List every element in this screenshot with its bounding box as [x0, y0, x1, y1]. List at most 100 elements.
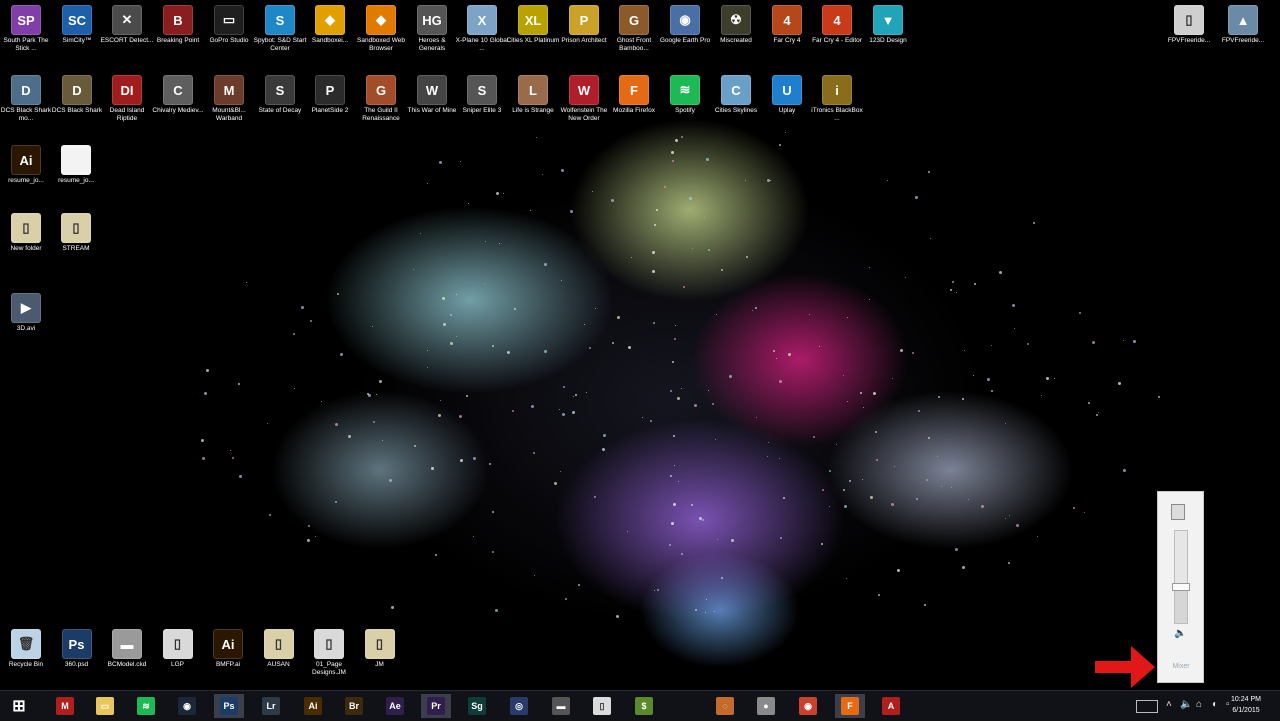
- desktop-icon-prison-architect[interactable]: P Prison Architect: [559, 2, 609, 66]
- volume-slider-thumb[interactable]: [1172, 583, 1190, 592]
- taskbar-app-circle[interactable]: ◎: [504, 694, 534, 718]
- speaker-device-icon[interactable]: [1171, 504, 1185, 520]
- desktop-icon-fpvfreeride[interactable]: ▲ FPVFreeride...: [1218, 2, 1268, 66]
- desktop-icon-spotify[interactable]: ≋ Spotify: [660, 72, 710, 136]
- desktop-icon-sandboxei[interactable]: ◆ Sandboxei...: [305, 2, 355, 66]
- desktop-icon-3d-avi[interactable]: ▶ 3D.avi: [1, 290, 51, 354]
- desktop-icon-dcs-black-shark[interactable]: D DCS Black Shark: [52, 72, 102, 136]
- taskbar-spotify[interactable]: ≋: [131, 694, 161, 718]
- desktop-icon-miscreated[interactable]: ☢ Miscreated: [711, 2, 761, 66]
- desktop-icon-label: Sandboxei...: [311, 37, 349, 44]
- start-button[interactable]: ⊞: [4, 694, 34, 718]
- taskbar-after-effects[interactable]: Ae: [380, 694, 410, 718]
- taskbar-photoshop[interactable]: Ps: [214, 694, 244, 718]
- desktop-icon-jm[interactable]: ▯ JM: [355, 626, 405, 690]
- desktop-icon-01-page-designs-jm[interactable]: ▯ 01_Page Designs.JM: [304, 626, 354, 690]
- taskbar-steam[interactable]: ◉: [172, 694, 202, 718]
- desktop-icon-bmfp-ai[interactable]: Ai BMFP.ai: [203, 626, 253, 690]
- wallpaper-particle: [512, 410, 514, 412]
- taskbar-mcafee[interactable]: M: [50, 694, 80, 718]
- taskbar-chat-app[interactable]: ●: [751, 694, 781, 718]
- desktop-icon-this-war-of-mine[interactable]: W This War of Mine: [407, 72, 457, 136]
- taskbar-chrome[interactable]: ◉: [793, 694, 823, 718]
- network-tray-icon[interactable]: ⌂: [1196, 699, 1202, 710]
- desktop-icon-mozilla-firefox[interactable]: F Mozilla Firefox: [609, 72, 659, 136]
- desktop-icon-far-cry-4-editor[interactable]: 4 Far Cry 4 - Editor: [812, 2, 862, 66]
- taskbar-file-explorer[interactable]: ▭: [90, 694, 120, 718]
- taskbar-speedgrade[interactable]: Sg: [462, 694, 492, 718]
- taskbar-illustrator[interactable]: Ai: [298, 694, 328, 718]
- desktop-icon-label: 360.psd: [64, 661, 89, 668]
- desktop-icon-lgp[interactable]: ▯ LGP: [153, 626, 203, 690]
- desktop-icon-south-park-the-stick[interactable]: SP South Park The Stick ...: [1, 2, 51, 66]
- desktop-icon-uplay[interactable]: U Uplay: [762, 72, 812, 136]
- desktop-icon-new-folder[interactable]: ▯ New folder: [1, 210, 51, 274]
- power-tray-icon[interactable]: ◐: [1212, 699, 1218, 710]
- desktop-icon-dcs-black-shark-mo[interactable]: D DCS Black Shark mo...: [1, 72, 51, 136]
- volume-tray-icon[interactable]: 🔈: [1180, 699, 1192, 710]
- prison-architect-icon: P: [569, 5, 599, 35]
- desktop-icon-google-earth-pro[interactable]: ◉ Google Earth Pro: [660, 2, 710, 66]
- taskbar-premiere[interactable]: Pr: [421, 694, 451, 718]
- desktop-icon-heroes-generals[interactable]: HG Heroes & Generals: [407, 2, 457, 66]
- miscreated-icon: ☢: [721, 5, 751, 35]
- desktop-icon-escort-detect[interactable]: ✕ ESCORT Detect...: [101, 2, 153, 66]
- desktop-icon-wolfenstein-the-new-order[interactable]: W Wolfenstein The New Order: [559, 72, 609, 136]
- wallpaper-particle: [674, 338, 676, 340]
- acrobat-icon: A: [882, 697, 900, 715]
- taskbar-bridge[interactable]: Br: [339, 694, 369, 718]
- desktop-icon-bcmodel-ckd[interactable]: ▬ BCModel.ckd: [102, 626, 152, 690]
- wallpaper-particle: [819, 346, 820, 347]
- chrome-icon: ◉: [799, 697, 817, 715]
- wallpaper-particle: [1054, 378, 1055, 379]
- volume-slider[interactable]: [1172, 530, 1190, 624]
- desktop-icon-resume-jo[interactable]: resume_jo...: [51, 142, 101, 206]
- taskbar-origin[interactable]: ◌: [710, 694, 740, 718]
- desktop-icon-the-guild-ii-renaissance[interactable]: G The Guild II Renaissance: [356, 72, 406, 136]
- desktop-icon-x-plane-10-global[interactable]: X X-Plane 10 Global ...: [456, 2, 508, 66]
- wallpaper-particle: [382, 440, 383, 441]
- show-hidden-icons-chevron-icon[interactable]: ˄: [1166, 699, 1172, 710]
- mute-speaker-icon[interactable]: 🔈: [1174, 628, 1186, 639]
- desktop-icon-itronics-blackbox[interactable]: i iTronics BlackBox ...: [811, 72, 863, 136]
- desktop-icon-gopro-studio[interactable]: ▭ GoPro Studio: [204, 2, 254, 66]
- desktop-icon-label: Miscreated: [720, 37, 752, 44]
- desktop-icon-dead-island-riptide[interactable]: DI Dead Island Riptide: [102, 72, 152, 136]
- mixer-link[interactable]: Mixer: [1164, 663, 1198, 670]
- desktop-icon-360-psd[interactable]: Ps 360.psd: [52, 626, 102, 690]
- desktop-icon-resume-jo[interactable]: Ai resume_jo...: [1, 142, 51, 206]
- touch-keyboard-icon[interactable]: [1136, 700, 1158, 713]
- desktop-icon-breaking-point[interactable]: B Breaking Point: [153, 2, 203, 66]
- taskbar-keyboard-app[interactable]: ▬: [546, 694, 576, 718]
- desktop-icon-123d-design[interactable]: ▼ 123D Design: [863, 2, 913, 66]
- desktop-icon-cities-skylines[interactable]: C Cities Skylines: [711, 72, 761, 136]
- taskbar-money-app[interactable]: $: [629, 694, 659, 718]
- desktop-icon-mount-bl-warband[interactable]: M Mount&Bl... Warband: [204, 72, 254, 136]
- desktop-icon-planetside-2[interactable]: P PlanetSide 2: [305, 72, 355, 136]
- taskbar-lightroom[interactable]: Lr: [256, 694, 286, 718]
- desktop-icon-ghost-front-bamboo[interactable]: G Ghost Front Bamboo...: [609, 2, 659, 66]
- taskbar-clock[interactable]: 10:24 PM 6/1/2015: [1226, 694, 1266, 716]
- desktop-icon-state-of-decay[interactable]: S State of Decay: [255, 72, 305, 136]
- wallpaper-particle: [670, 390, 672, 392]
- taskbar-acrobat[interactable]: A: [876, 694, 906, 718]
- wallpaper-particle: [1073, 507, 1075, 509]
- desktop-icon-chivalry-mediev[interactable]: C Chivalry Mediev...: [152, 72, 204, 136]
- desktop-icon-life-is-strange[interactable]: L Life is Strange: [508, 72, 558, 136]
- desktop-icon-fpvfreeride[interactable]: ▯ FPVFreeride...: [1164, 2, 1214, 66]
- desktop-icon-cities-xl-platinum[interactable]: XL Cities XL Platinum: [507, 2, 559, 66]
- cities-skylines-icon: C: [721, 75, 751, 105]
- desktop-icon-sniper-elite-3[interactable]: S Sniper Elite 3: [457, 72, 507, 136]
- desktop-icon-spybot-s-d-start-center[interactable]: S Spybot: S&D Start Center: [254, 2, 306, 66]
- wallpaper-particle: [755, 307, 757, 309]
- taskbar-firefox[interactable]: F: [835, 694, 865, 718]
- desktop-icon-simcity[interactable]: SC SimCity™: [52, 2, 102, 66]
- desktop-icon-ausan[interactable]: ▯ AUSAN: [254, 626, 304, 690]
- desktop-icon-recycle-bin[interactable]: 🗑 Recycle Bin: [1, 626, 51, 690]
- desktop-icon-far-cry-4[interactable]: 4 Far Cry 4: [762, 2, 812, 66]
- taskbar-notepad[interactable]: ▯: [587, 694, 617, 718]
- wallpaper-particle: [767, 179, 770, 182]
- desktop-icon-stream[interactable]: ▯ STREAM: [51, 210, 101, 274]
- lightroom-icon: Lr: [262, 697, 280, 715]
- desktop-icon-sandboxed-web-browser[interactable]: ◆ Sandboxed Web Browser: [356, 2, 406, 66]
